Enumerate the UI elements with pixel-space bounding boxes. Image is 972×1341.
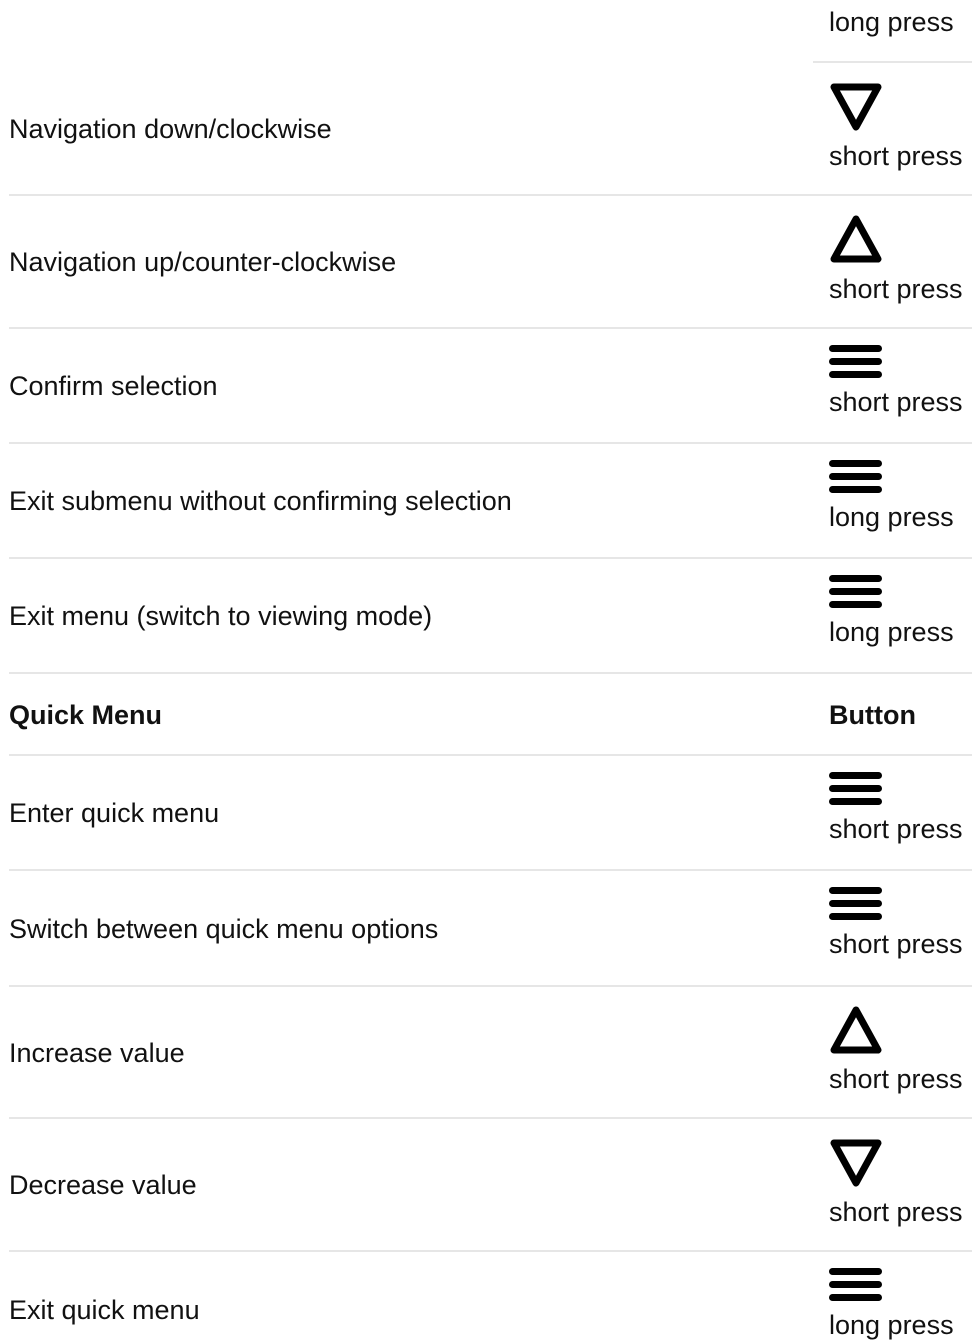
table-row: Exit quick menu long press — [0, 1252, 972, 1341]
top-press-label: long press — [829, 7, 954, 37]
press-label: short press — [829, 274, 963, 304]
table-row: Exit menu (switch to viewing mode) long … — [0, 559, 972, 674]
table-row: Navigation down/clockwise short press — [0, 63, 972, 196]
press-label: short press — [829, 387, 963, 417]
press-label: short press — [829, 929, 963, 959]
row-label: Navigation up/counter-clockwise — [9, 247, 397, 277]
section-title: Quick Menu — [9, 699, 163, 730]
table-row: Navigation up/counter-clockwise short pr… — [0, 196, 972, 329]
triangle-down-icon — [829, 1138, 883, 1188]
row-label: Exit quick menu — [9, 1295, 200, 1325]
row-label: Exit submenu without confirming selectio… — [9, 486, 512, 516]
row-label: Exit menu (switch to viewing mode) — [9, 601, 433, 631]
press-label: long press — [829, 1310, 954, 1340]
table-row: Exit submenu without confirming selectio… — [0, 444, 972, 559]
row-label: Navigation down/clockwise — [9, 114, 332, 144]
press-label: short press — [829, 1064, 963, 1094]
press-label: long press — [829, 617, 954, 647]
table-row: Increase value short press — [0, 987, 972, 1119]
table-row: Confirm selection short press — [0, 329, 972, 444]
press-label: short press — [829, 1197, 963, 1227]
press-label: short press — [829, 141, 963, 171]
table-row: Decrease value short press — [0, 1119, 972, 1252]
press-label: short press — [829, 814, 963, 844]
row-label: Switch between quick menu options — [9, 913, 439, 944]
row-label: Confirm selection — [9, 371, 218, 401]
triangle-up-icon — [829, 1005, 883, 1055]
section-header-row: Quick Menu Button — [0, 674, 972, 756]
row-label: Decrease value — [9, 1170, 197, 1200]
press-label: long press — [829, 502, 954, 532]
triangle-down-icon — [829, 82, 883, 132]
table-row: Enter quick menu short press — [0, 756, 972, 871]
button-functions-table: long press Navigation down/clockwise sho… — [0, 0, 972, 1341]
column-header-button: Button — [829, 699, 916, 730]
triangle-up-icon — [829, 214, 883, 264]
row-label: Enter quick menu — [9, 798, 220, 828]
row-label: Increase value — [9, 1037, 185, 1068]
table-row: Switch between quick menu options short … — [0, 871, 972, 987]
